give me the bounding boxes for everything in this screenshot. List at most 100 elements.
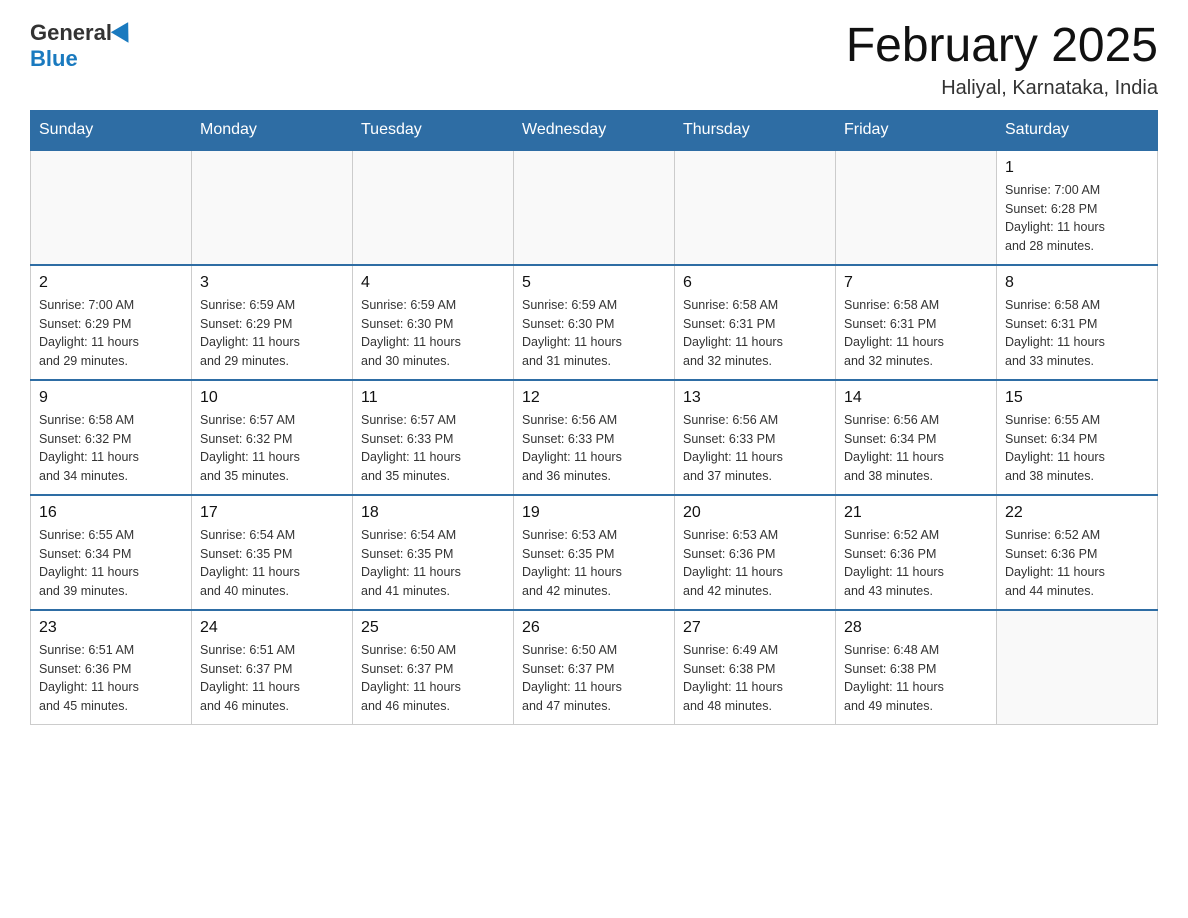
day-number: 14 [844,389,988,407]
day-info: Sunrise: 6:54 AM Sunset: 6:35 PM Dayligh… [200,526,344,601]
day-info: Sunrise: 6:59 AM Sunset: 6:30 PM Dayligh… [361,296,505,371]
day-number: 3 [200,274,344,292]
day-number: 17 [200,504,344,522]
calendar-cell [353,150,514,265]
day-number: 5 [522,274,666,292]
calendar-cell [31,150,192,265]
calendar-cell: 3 Sunrise: 6:59 AM Sunset: 6:29 PM Daylig… [192,265,353,380]
day-number: 18 [361,504,505,522]
day-number: 24 [200,619,344,637]
calendar-cell: 25Sunrise: 6:50 AM Sunset: 6:37 PM Dayli… [353,610,514,725]
day-number: 23 [39,619,183,637]
calendar-cell: 9 Sunrise: 6:58 AM Sunset: 6:32 PM Daylig… [31,380,192,495]
day-number: 15 [1005,389,1149,407]
calendar-cell: 8 Sunrise: 6:58 AM Sunset: 6:31 PM Daylig… [997,265,1158,380]
weekday-header-row: SundayMondayTuesdayWednesdayThursdayFrid… [31,110,1158,150]
day-info: Sunrise: 7:00 AM Sunset: 6:28 PM Dayligh… [1005,181,1149,256]
day-number: 16 [39,504,183,522]
calendar-cell: 5 Sunrise: 6:59 AM Sunset: 6:30 PM Daylig… [514,265,675,380]
weekday-header-saturday: Saturday [997,110,1158,150]
day-number: 22 [1005,504,1149,522]
day-info: Sunrise: 6:51 AM Sunset: 6:36 PM Dayligh… [39,641,183,716]
calendar-cell: 7 Sunrise: 6:58 AM Sunset: 6:31 PM Daylig… [836,265,997,380]
day-info: Sunrise: 6:52 AM Sunset: 6:36 PM Dayligh… [844,526,988,601]
title-block: February 2025 Haliyal, Karnataka, India [846,20,1158,100]
day-info: Sunrise: 6:55 AM Sunset: 6:34 PM Dayligh… [39,526,183,601]
day-number: 7 [844,274,988,292]
day-number: 11 [361,389,505,407]
calendar-cell: 24 Sunrise: 6:51 AM Sunset: 6:37 PM Dayli… [192,610,353,725]
day-info: Sunrise: 6:50 AM Sunset: 6:37 PM Dayligh… [522,641,666,716]
weekday-header-monday: Monday [192,110,353,150]
day-info: Sunrise: 6:57 AM Sunset: 6:33 PM Dayligh… [361,411,505,486]
day-info: Sunrise: 6:56 AM Sunset: 6:33 PM Dayligh… [683,411,827,486]
calendar-cell [997,610,1158,725]
day-info: Sunrise: 6:59 AM Sunset: 6:30 PM Dayligh… [522,296,666,371]
calendar-week-row: 2 Sunrise: 7:00 AM Sunset: 6:29 PM Daylig… [31,265,1158,380]
weekday-header-sunday: Sunday [31,110,192,150]
day-info: Sunrise: 6:56 AM Sunset: 6:34 PM Dayligh… [844,411,988,486]
day-number: 2 [39,274,183,292]
day-info: Sunrise: 6:53 AM Sunset: 6:36 PM Dayligh… [683,526,827,601]
calendar-cell: 21 Sunrise: 6:52 AM Sunset: 6:36 PM Dayli… [836,495,997,610]
calendar-week-row: 9 Sunrise: 6:58 AM Sunset: 6:32 PM Daylig… [31,380,1158,495]
calendar-cell: 6Sunrise: 6:58 AM Sunset: 6:31 PM Daylig… [675,265,836,380]
day-info: Sunrise: 7:00 AM Sunset: 6:29 PM Dayligh… [39,296,183,371]
calendar-week-row: 1 Sunrise: 7:00 AM Sunset: 6:28 PM Daylig… [31,150,1158,265]
calendar-cell [192,150,353,265]
day-info: Sunrise: 6:58 AM Sunset: 6:32 PM Dayligh… [39,411,183,486]
calendar-cell: 18 Sunrise: 6:54 AM Sunset: 6:35 PM Dayli… [353,495,514,610]
calendar-cell: 16 Sunrise: 6:55 AM Sunset: 6:34 PM Dayli… [31,495,192,610]
day-number: 8 [1005,274,1149,292]
calendar-cell: 15 Sunrise: 6:55 AM Sunset: 6:34 PM Dayli… [997,380,1158,495]
day-info: Sunrise: 6:52 AM Sunset: 6:36 PM Dayligh… [1005,526,1149,601]
day-info: Sunrise: 6:48 AM Sunset: 6:38 PM Dayligh… [844,641,988,716]
calendar-week-row: 23 Sunrise: 6:51 AM Sunset: 6:36 PM Dayli… [31,610,1158,725]
day-info: Sunrise: 6:58 AM Sunset: 6:31 PM Dayligh… [844,296,988,371]
day-info: Sunrise: 6:55 AM Sunset: 6:34 PM Dayligh… [1005,411,1149,486]
day-info: Sunrise: 6:59 AM Sunset: 6:29 PM Dayligh… [200,296,344,371]
calendar-cell: 20 Sunrise: 6:53 AM Sunset: 6:36 PM Dayli… [675,495,836,610]
day-number: 4 [361,274,505,292]
day-number: 25 [361,619,505,637]
day-number: 9 [39,389,183,407]
calendar-cell: 14 Sunrise: 6:56 AM Sunset: 6:34 PM Dayli… [836,380,997,495]
calendar-cell: 23 Sunrise: 6:51 AM Sunset: 6:36 PM Dayli… [31,610,192,725]
calendar-cell [514,150,675,265]
day-info: Sunrise: 6:49 AM Sunset: 6:38 PM Dayligh… [683,641,827,716]
day-info: Sunrise: 6:58 AM Sunset: 6:31 PM Dayligh… [1005,296,1149,371]
page-header: General Blue February 2025 Haliyal, Karn… [30,20,1158,100]
day-info: Sunrise: 6:51 AM Sunset: 6:37 PM Dayligh… [200,641,344,716]
day-number: 1 [1005,159,1149,177]
calendar-cell: 4 Sunrise: 6:59 AM Sunset: 6:30 PM Daylig… [353,265,514,380]
weekday-header-tuesday: Tuesday [353,110,514,150]
calendar-cell: 28 Sunrise: 6:48 AM Sunset: 6:38 PM Dayli… [836,610,997,725]
calendar-cell: 2 Sunrise: 7:00 AM Sunset: 6:29 PM Daylig… [31,265,192,380]
calendar-cell: 12 Sunrise: 6:56 AM Sunset: 6:33 PM Dayli… [514,380,675,495]
day-number: 27 [683,619,827,637]
calendar-cell: 19 Sunrise: 6:53 AM Sunset: 6:35 PM Dayli… [514,495,675,610]
day-number: 20 [683,504,827,522]
day-number: 21 [844,504,988,522]
day-info: Sunrise: 6:53 AM Sunset: 6:35 PM Dayligh… [522,526,666,601]
calendar-title: February 2025 [846,20,1158,73]
day-number: 12 [522,389,666,407]
calendar-week-row: 16 Sunrise: 6:55 AM Sunset: 6:34 PM Dayli… [31,495,1158,610]
weekday-header-thursday: Thursday [675,110,836,150]
day-number: 10 [200,389,344,407]
day-number: 19 [522,504,666,522]
day-number: 28 [844,619,988,637]
calendar-cell: 26 Sunrise: 6:50 AM Sunset: 6:37 PM Dayli… [514,610,675,725]
calendar-cell: 1 Sunrise: 7:00 AM Sunset: 6:28 PM Daylig… [997,150,1158,265]
day-info: Sunrise: 6:56 AM Sunset: 6:33 PM Dayligh… [522,411,666,486]
calendar-cell [675,150,836,265]
weekday-header-friday: Friday [836,110,997,150]
day-number: 13 [683,389,827,407]
logo-arrow-icon [111,22,137,48]
calendar-cell: 13 Sunrise: 6:56 AM Sunset: 6:33 PM Dayli… [675,380,836,495]
day-info: Sunrise: 6:54 AM Sunset: 6:35 PM Dayligh… [361,526,505,601]
logo-blue-text: Blue [30,46,78,72]
day-info: Sunrise: 6:57 AM Sunset: 6:32 PM Dayligh… [200,411,344,486]
calendar-cell: 10 Sunrise: 6:57 AM Sunset: 6:32 PM Dayli… [192,380,353,495]
day-number: 26 [522,619,666,637]
